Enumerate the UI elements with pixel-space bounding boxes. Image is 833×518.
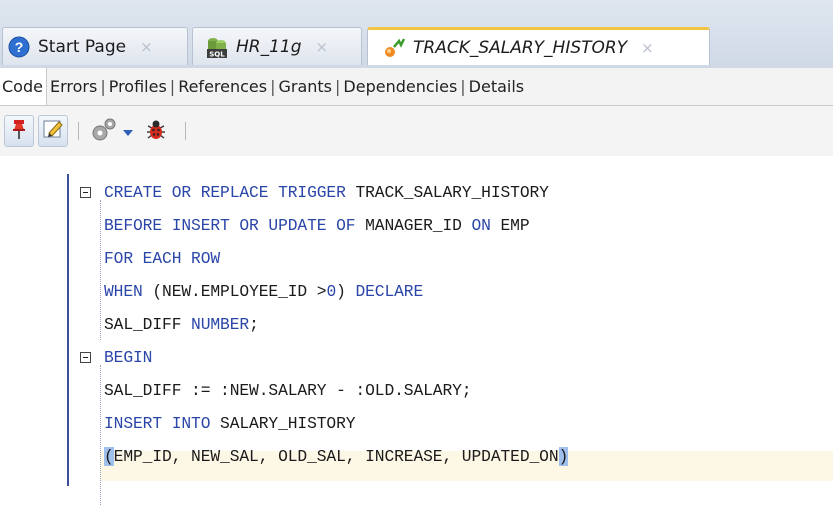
subtab-references[interactable]: References — [175, 68, 270, 105]
code-line[interactable]: BEFORE INSERT OR UPDATE OF MANAGER_ID ON… — [104, 211, 530, 241]
dropdown-arrow-icon — [123, 122, 133, 141]
fold-guide — [100, 200, 101, 340]
tab-start-page[interactable]: ? Start Page × — [2, 27, 188, 65]
subtab-details[interactable]: Details — [466, 68, 527, 105]
code-token: TRACK_SALARY_HISTORY — [355, 183, 549, 202]
fold-collapse-icon[interactable] — [80, 187, 91, 198]
code-line[interactable]: INSERT INTO SALARY_HISTORY — [104, 409, 356, 439]
editor-toolbar — [0, 106, 833, 156]
pin-button[interactable] — [4, 115, 34, 147]
code-token: SAL_DIFF — [104, 315, 192, 334]
code-token: ) — [336, 282, 356, 301]
compile-gear-icon — [89, 114, 119, 148]
code-line[interactable]: SAL_DIFF NUMBER; — [104, 310, 259, 340]
code-line[interactable]: CREATE OR REPLACE TRIGGER TRACK_SALARY_H… — [104, 178, 549, 208]
keyword-token: FOR EACH ROW — [104, 249, 221, 268]
code-line[interactable]: FOR EACH ROW — [104, 244, 220, 274]
help-circle-icon: ? — [7, 35, 31, 59]
keyword-token: WHEN — [104, 282, 153, 301]
tab-label: TRACK_SALARY_HISTORY — [413, 37, 628, 58]
subtab-grants[interactable]: Grants — [275, 68, 335, 105]
keyword-token: ON — [471, 216, 501, 235]
tab-label: HR_11g — [236, 36, 302, 57]
toolbar-separator — [185, 122, 186, 140]
code-token: MANAGER_ID — [365, 216, 472, 235]
debug-bug-icon — [145, 118, 167, 144]
close-icon[interactable]: × — [641, 39, 654, 57]
gutter-line — [67, 174, 69, 486]
code-editor[interactable]: CREATE OR REPLACE TRIGGER TRACK_SALARY_H… — [0, 156, 833, 518]
subtab-errors[interactable]: Errors — [47, 68, 100, 105]
keyword-token: DECLARE — [355, 282, 424, 301]
keyword-token: BEGIN — [104, 348, 153, 367]
code-line[interactable]: WHEN (NEW.EMPLOYEE_ID >0) DECLARE — [104, 277, 423, 307]
tab-label: Start Page — [38, 36, 127, 57]
close-icon[interactable]: × — [140, 38, 153, 56]
code-line[interactable]: BEGIN — [104, 343, 152, 373]
matched-bracket-token: ( — [104, 447, 114, 466]
compile-dropdown[interactable] — [123, 122, 133, 141]
compile-button[interactable] — [89, 114, 119, 148]
sql-database-icon: SQL — [205, 35, 229, 59]
close-icon[interactable]: × — [316, 38, 329, 56]
trigger-icon — [382, 36, 406, 60]
code-token: (NEW.EMPLOYEE_ID > — [152, 282, 327, 301]
svg-text:SQL: SQL — [209, 50, 225, 58]
code-token: SAL_DIFF := :NEW.SALARY - :OLD.SALARY; — [104, 381, 472, 400]
tab-hr-11g[interactable]: SQL HR_11g × — [192, 27, 362, 65]
subtab-dependencies[interactable]: Dependencies — [340, 68, 460, 105]
fold-guide — [100, 365, 101, 505]
tab-track-salary-history[interactable]: TRACK_SALARY_HISTORY × — [367, 27, 710, 65]
edit-button[interactable] — [38, 115, 68, 147]
edit-icon — [42, 118, 64, 144]
matched-bracket-token: ) — [558, 447, 569, 466]
editor-subtabs: Code Errors | Profiles | References | Gr… — [0, 68, 833, 106]
code-line[interactable]: SAL_DIFF := :NEW.SALARY - :OLD.SALARY; — [104, 376, 472, 406]
svg-text:?: ? — [15, 39, 24, 55]
code-token: ; — [249, 315, 259, 334]
keyword-token: NUMBER — [191, 315, 250, 334]
code-line[interactable]: (EMP_ID, NEW_SAL, OLD_SAL, INCREASE, UPD… — [104, 442, 568, 472]
subtab-code[interactable]: Code — [0, 68, 47, 105]
keyword-token: BEFORE INSERT OR UPDATE OF — [104, 216, 366, 235]
keyword-token: CREATE OR REPLACE TRIGGER — [104, 183, 356, 202]
fold-collapse-icon[interactable] — [80, 352, 91, 363]
debug-button[interactable] — [145, 118, 167, 144]
document-tab-strip: ? Start Page × SQL HR_11g × TRACK_SALARY… — [0, 0, 833, 68]
pin-icon — [10, 118, 28, 144]
toolbar-separator — [78, 122, 79, 140]
subtab-profiles[interactable]: Profiles — [106, 68, 170, 105]
code-token: EMP — [500, 216, 530, 235]
keyword-token: INSERT INTO — [104, 414, 221, 433]
code-token: EMP_ID, NEW_SAL, OLD_SAL, INCREASE, UPDA… — [113, 447, 559, 466]
number-token: 0 — [326, 282, 337, 301]
code-token: SALARY_HISTORY — [220, 414, 356, 433]
